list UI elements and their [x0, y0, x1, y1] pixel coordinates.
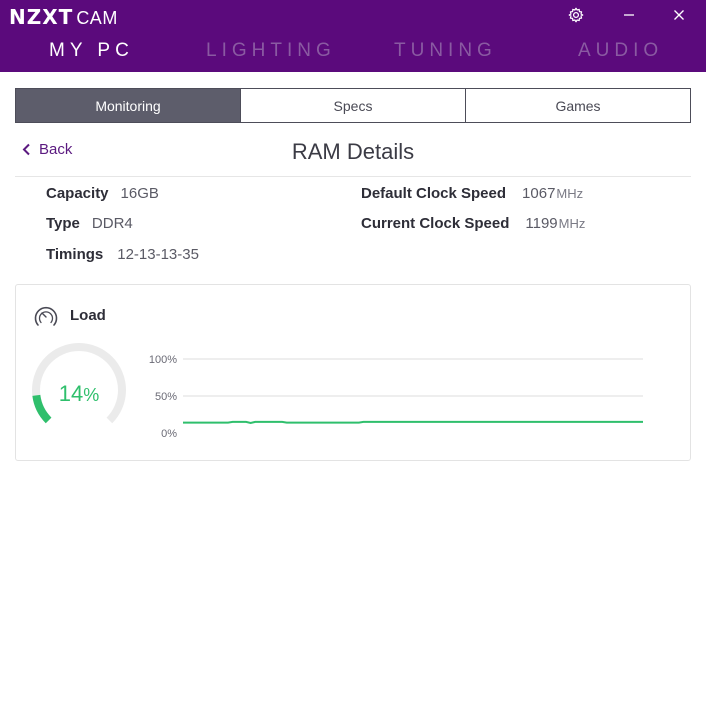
tab-games[interactable]: Games — [465, 89, 690, 122]
product-name: CAM — [76, 8, 118, 28]
load-value: 14% — [30, 381, 128, 407]
spec-type-label: Type — [46, 215, 80, 232]
detail-tabs: Monitoring Specs Games — [15, 88, 691, 123]
tab-specs[interactable]: Specs — [240, 89, 465, 122]
minimize-button[interactable] — [617, 4, 641, 26]
y-tick-label: 50% — [155, 391, 177, 403]
gear-icon — [568, 7, 584, 23]
spec-current-clock-unit: MHz — [558, 216, 586, 231]
close-icon — [674, 10, 684, 20]
spec-type-value: DDR4 — [91, 215, 133, 232]
nav-my-pc[interactable]: MY PC — [49, 40, 134, 62]
nav-lighting[interactable]: LIGHTING — [206, 40, 336, 62]
spec-default-clock-value: 1067 — [522, 185, 556, 202]
spec-timings-label: Timings — [46, 246, 104, 263]
close-button[interactable] — [667, 4, 691, 26]
spec-default-clock: Default Clock Speed 1067MHz — [361, 185, 583, 202]
nav-audio[interactable]: AUDIO — [578, 40, 663, 62]
spec-capacity-label: Capacity — [46, 185, 109, 202]
settings-button[interactable] — [564, 4, 588, 26]
brand-name: NZXT — [9, 5, 74, 29]
load-card: Load 14% 100% 50% 0% — [15, 284, 691, 461]
spec-current-clock-label: Current Clock Speed — [361, 215, 510, 232]
nav-tuning[interactable]: TUNING — [394, 40, 497, 62]
gauge-icon — [34, 306, 58, 326]
spec-default-clock-unit: MHz — [556, 186, 584, 201]
app-header: NZXT CAM MY PC LIGHTING TUNING AUDIO — [0, 0, 706, 72]
app-logo: NZXT CAM — [9, 5, 118, 29]
y-tick-label: 0% — [161, 428, 177, 440]
tab-monitoring[interactable]: Monitoring — [16, 89, 240, 122]
load-title: Load — [70, 307, 106, 324]
minimize-icon — [624, 14, 634, 16]
title-divider — [15, 176, 691, 177]
chart-ticks: 100% 50% 0% — [149, 354, 177, 440]
load-value-unit: % — [83, 385, 100, 405]
chart-grid — [183, 358, 643, 397]
load-chart: 100% 50% 0% — [149, 354, 643, 440]
spec-capacity: Capacity 16GB — [46, 185, 159, 202]
load-value-number: 14 — [58, 381, 84, 406]
spec-type: Type DDR4 — [46, 215, 133, 232]
y-tick-label: 100% — [149, 354, 177, 366]
page-title: RAM Details — [291, 139, 415, 164]
spec-capacity-value: 16GB — [120, 185, 159, 202]
spec-current-clock: Current Clock Speed 1199MHz — [361, 215, 585, 232]
series-line — [183, 420, 643, 425]
spec-default-clock-label: Default Clock Speed — [361, 185, 507, 202]
spec-current-clock-value: 1199 — [525, 215, 558, 232]
spec-timings: Timings 12-13-13-35 — [46, 246, 199, 263]
spec-timings-value: 12-13-13-35 — [117, 246, 199, 263]
